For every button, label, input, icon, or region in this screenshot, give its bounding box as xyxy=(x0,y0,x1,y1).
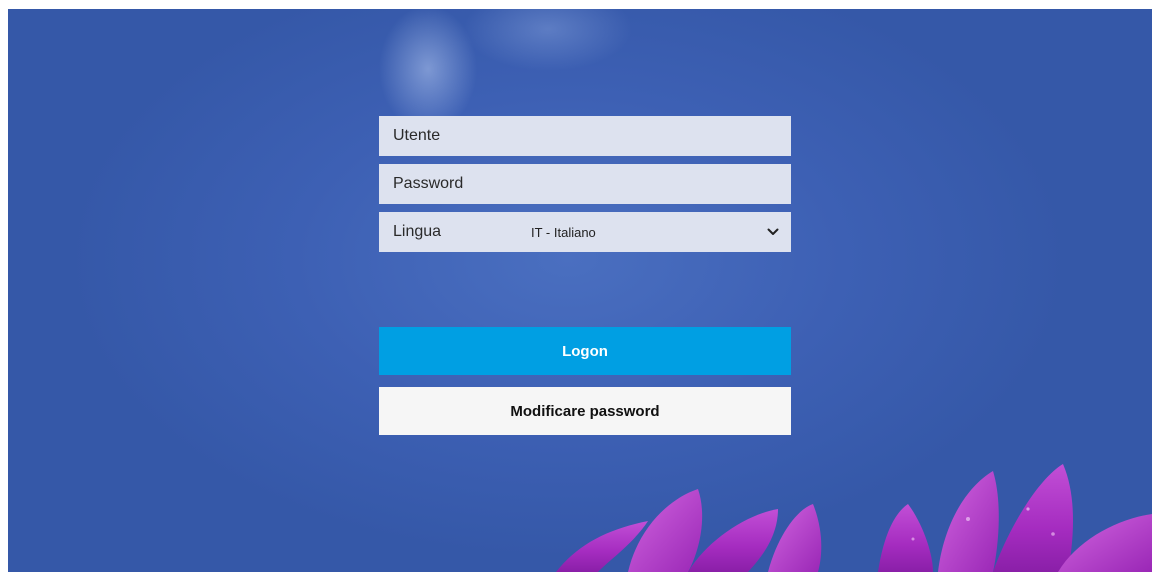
logon-button[interactable]: Logon xyxy=(379,327,791,375)
login-screen: Lingua IT - Italiano Logon Modificare pa… xyxy=(8,9,1152,572)
user-input[interactable] xyxy=(393,116,791,156)
form-spacer xyxy=(379,260,791,327)
change-password-button[interactable]: Modificare password xyxy=(379,387,791,435)
password-input[interactable] xyxy=(393,164,791,204)
password-field[interactable] xyxy=(379,164,791,204)
language-label: Lingua xyxy=(393,223,442,240)
language-select[interactable]: Lingua IT - Italiano xyxy=(379,212,791,252)
login-form: Lingua IT - Italiano Logon Modificare pa… xyxy=(379,116,791,435)
language-selected-value: IT - Italiano xyxy=(531,224,596,240)
user-field[interactable] xyxy=(379,116,791,156)
chevron-down-icon[interactable] xyxy=(755,212,791,252)
